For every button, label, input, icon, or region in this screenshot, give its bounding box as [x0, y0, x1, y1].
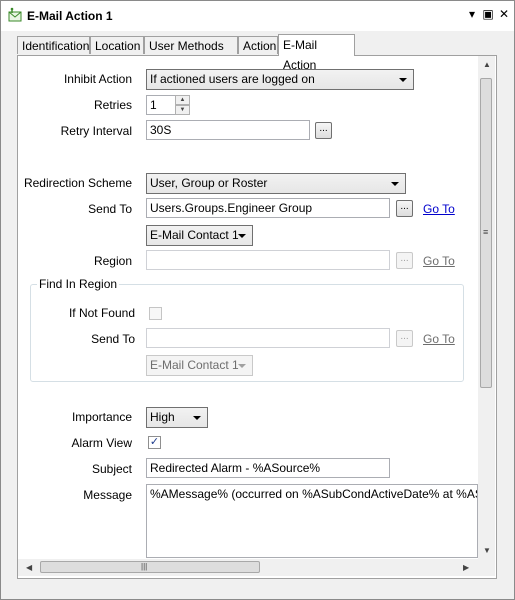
retry-interval-label: Retry Interval	[60, 124, 132, 138]
send-to-label: Send To	[88, 202, 132, 216]
contact-select[interactable]: E-Mail Contact 1	[146, 225, 253, 246]
vertical-scrollbar[interactable]: ▲ ≡ ▼	[478, 56, 495, 559]
tab-email-action[interactable]: E-Mail Action	[278, 34, 355, 72]
stepper-down-icon[interactable]: ▼	[175, 105, 190, 115]
inhibit-action-select[interactable]: If actioned users are logged on	[146, 69, 414, 90]
region-send-to-input[interactable]	[146, 328, 390, 348]
importance-select[interactable]: High	[146, 407, 208, 428]
window-title: E-Mail Action 1	[27, 9, 113, 23]
if-not-found-label: If Not Found	[68, 306, 135, 320]
retries-label: Retries	[93, 98, 132, 112]
region-label: Region	[93, 254, 132, 268]
region-send-to-label: Send To	[91, 332, 135, 346]
restore-button[interactable]: ▣	[481, 7, 495, 21]
scroll-left-icon[interactable]: ◀	[26, 563, 32, 572]
send-to-goto-link[interactable]: Go To	[423, 202, 455, 216]
subject-input[interactable]: Redirected Alarm - %ASource%	[146, 458, 390, 478]
inhibit-action-label: Inhibit Action	[63, 72, 132, 86]
chevron-down-icon	[238, 364, 246, 368]
retries-input[interactable]: 1	[146, 95, 176, 115]
vertical-scroll-thumb[interactable]: ≡	[480, 78, 492, 388]
email-action-panel: Inhibit Action If actioned users are log…	[17, 55, 497, 579]
tab-identification[interactable]: Identification	[17, 36, 90, 54]
importance-value: High	[150, 410, 175, 424]
region-goto-link[interactable]: Go To	[423, 254, 455, 268]
retries-stepper[interactable]: ▲ ▼	[175, 95, 190, 115]
email-action-window: E-Mail Action 1 ▾ ▣ ✕ Identification Loc…	[0, 0, 515, 600]
region-browse-button[interactable]: ...	[396, 252, 413, 269]
chevron-down-icon	[193, 416, 201, 420]
find-in-region-title: Find In Region	[37, 277, 120, 291]
grip-icon: |||	[141, 562, 148, 571]
chevron-down-icon	[238, 234, 246, 238]
retry-interval-browse-button[interactable]: ...	[315, 122, 332, 139]
message-textarea[interactable]: %AMessage% (occurred on %ASubCondActiveD…	[146, 484, 478, 558]
redirection-scheme-select[interactable]: User, Group or Roster	[146, 173, 406, 194]
contact-value: E-Mail Contact 1	[150, 228, 239, 242]
tab-location[interactable]: Location	[90, 36, 144, 54]
scroll-down-icon[interactable]: ▼	[483, 546, 491, 555]
if-not-found-checkbox[interactable]	[149, 307, 162, 320]
window-menu-button[interactable]: ▾	[465, 7, 479, 21]
alarm-view-label: Alarm View	[71, 436, 132, 450]
find-in-region-group: Find In Region If Not Found Send To ... …	[30, 277, 464, 382]
alarm-view-checkbox[interactable]: ✓	[148, 436, 161, 449]
email-action-icon	[8, 7, 22, 22]
send-to-browse-button[interactable]: ...	[396, 200, 413, 217]
send-to-input[interactable]: Users.Groups.Engineer Group	[146, 198, 390, 218]
region-contact-select[interactable]: E-Mail Contact 1	[146, 355, 253, 376]
horizontal-scrollbar[interactable]: ◀ ||| ▶	[18, 559, 495, 576]
scroll-right-icon[interactable]: ▶	[463, 563, 469, 572]
region-send-to-browse-button[interactable]: ...	[396, 330, 413, 347]
stepper-up-icon[interactable]: ▲	[175, 95, 190, 105]
grip-icon: ≡	[483, 227, 489, 237]
region-input[interactable]	[146, 250, 390, 270]
redirection-scheme-label: Redirection Scheme	[23, 176, 132, 190]
region-contact-value: E-Mail Contact 1	[150, 358, 239, 372]
tab-action[interactable]: Action	[238, 36, 278, 54]
redirection-scheme-value: User, Group or Roster	[150, 176, 268, 190]
chevron-down-icon	[399, 78, 407, 82]
scroll-up-icon[interactable]: ▲	[483, 60, 491, 69]
subject-label: Subject	[91, 462, 132, 476]
horizontal-scroll-thumb[interactable]: |||	[40, 561, 260, 573]
chevron-down-icon	[391, 182, 399, 186]
tab-user-methods[interactable]: User Methods	[144, 36, 238, 54]
title-bar: E-Mail Action 1 ▾ ▣ ✕	[1, 1, 514, 31]
message-label: Message	[83, 488, 132, 502]
retry-interval-input[interactable]: 30S	[146, 120, 310, 140]
region-send-to-goto-link[interactable]: Go To	[423, 332, 455, 346]
close-button[interactable]: ✕	[497, 7, 511, 21]
importance-label: Importance	[71, 410, 132, 424]
